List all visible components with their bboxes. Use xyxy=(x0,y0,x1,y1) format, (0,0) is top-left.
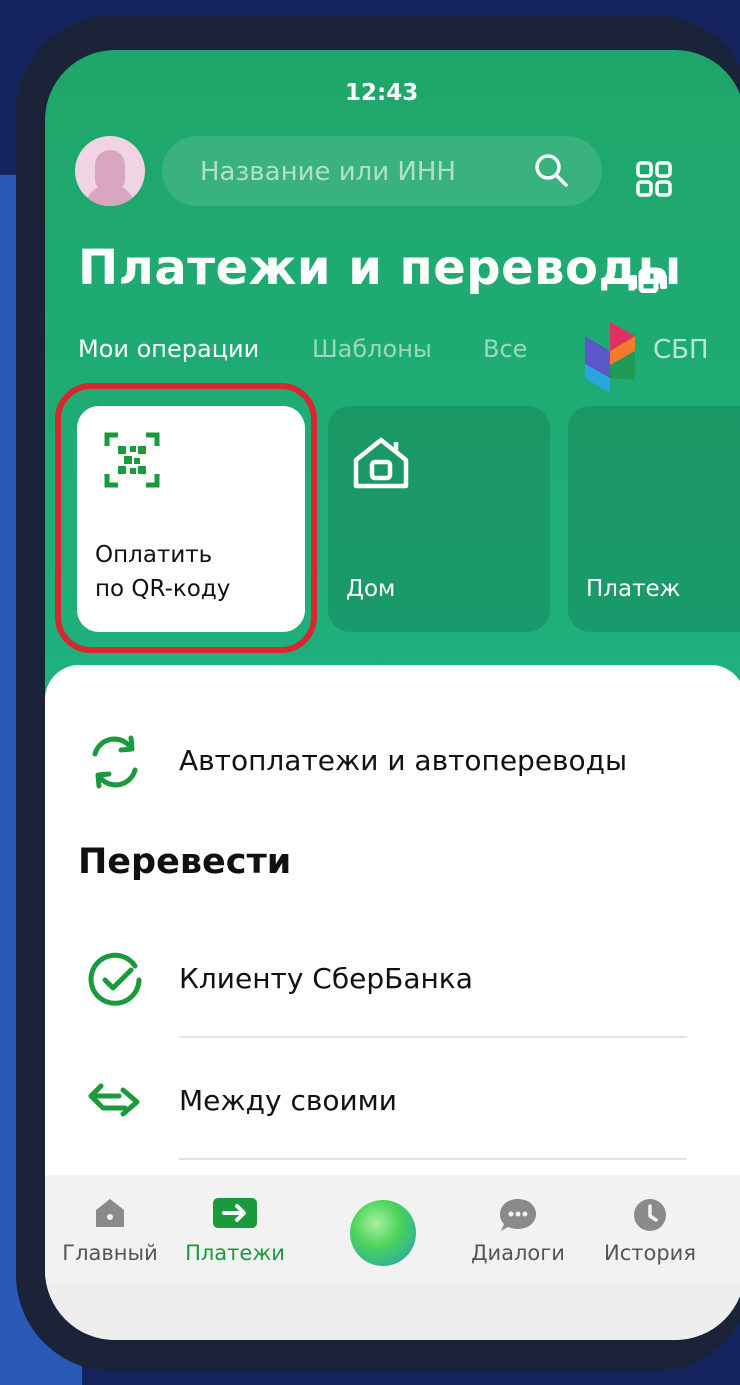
check-circle-icon xyxy=(85,950,145,1014)
grid-menu-icon[interactable] xyxy=(635,160,673,202)
nav-label: Диалоги xyxy=(471,1241,565,1265)
nav-label: История xyxy=(604,1241,696,1265)
search-icon[interactable] xyxy=(532,151,572,195)
house-icon xyxy=(350,434,412,496)
phone-screen: 12:43 Платежи и переводы Мои операции Ша… xyxy=(45,50,740,1340)
tab-templates[interactable]: Шаблоны xyxy=(312,335,432,363)
qr-highlight-frame xyxy=(55,383,317,653)
transfer-item-label: Между своими xyxy=(179,1084,397,1117)
home-icon xyxy=(93,1197,127,1233)
page-title: Платежи и переводы xyxy=(78,240,682,296)
transfer-item-label: Клиенту СберБанка xyxy=(179,962,473,995)
chat-bubble-icon xyxy=(498,1197,538,1237)
home-indicator-area xyxy=(45,1285,740,1340)
nav-home[interactable]: Главный xyxy=(45,1175,175,1285)
autopay-row[interactable]: Автоплатежи и автопереводы xyxy=(45,732,740,792)
payment-arrow-icon xyxy=(212,1197,258,1233)
tab-all[interactable]: Все xyxy=(483,335,527,363)
status-time: 12:43 xyxy=(345,80,419,106)
card-label: Платеж xyxy=(586,576,681,602)
clock-icon xyxy=(632,1197,668,1237)
card-payment[interactable]: Платеж xyxy=(568,406,740,632)
tab-my-operations[interactable]: Мои операции xyxy=(78,335,259,363)
nav-payments[interactable]: Платежи xyxy=(170,1175,300,1285)
autopay-label: Автоплатежи и автопереводы xyxy=(179,744,628,777)
search-input[interactable] xyxy=(198,136,522,208)
avatar[interactable] xyxy=(75,136,145,206)
nav-history[interactable]: История xyxy=(585,1175,715,1285)
card-home[interactable]: Дом xyxy=(328,406,550,632)
nav-dialogs[interactable]: Диалоги xyxy=(453,1175,583,1285)
transfer-section-title: Перевести xyxy=(78,842,292,882)
sbp-logo-icon[interactable] xyxy=(580,318,650,400)
divider xyxy=(179,1158,687,1160)
sbp-label[interactable]: СБП xyxy=(653,335,709,365)
transfer-item-between-own[interactable]: Между своими xyxy=(45,1072,740,1132)
search-bar[interactable] xyxy=(162,136,602,208)
refresh-cycle-icon xyxy=(85,732,145,796)
transfer-item-sber-client[interactable]: Клиенту СберБанка xyxy=(45,950,740,1010)
nav-label: Платежи xyxy=(185,1241,285,1265)
arrows-exchange-icon xyxy=(85,1072,145,1136)
card-label: Дом xyxy=(346,576,396,602)
divider xyxy=(179,1036,687,1038)
assistant-orb-icon[interactable] xyxy=(350,1200,416,1266)
nav-label: Главный xyxy=(62,1241,158,1265)
equalizer-icon[interactable] xyxy=(629,268,669,297)
